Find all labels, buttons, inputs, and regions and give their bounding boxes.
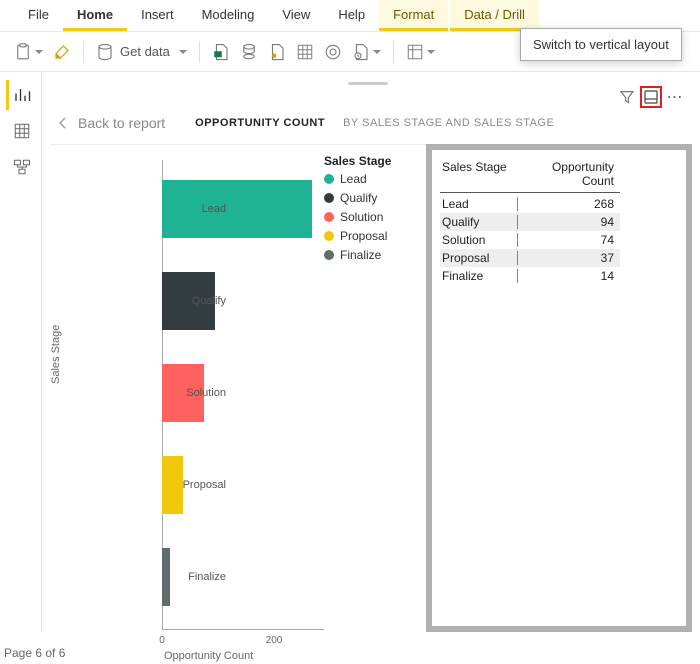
legend-item[interactable]: Finalize — [324, 248, 404, 262]
legend-item[interactable]: Proposal — [324, 229, 404, 243]
data-table-visual[interactable]: Sales Stage Opportunity Count Lead268 Qu… — [426, 144, 692, 632]
chevron-down-icon — [35, 50, 43, 54]
x-axis-title: Opportunity Count — [164, 650, 253, 662]
visual-title-sub: BY SALES STAGE AND SALES STAGE — [343, 117, 554, 129]
legend-item[interactable]: Solution — [324, 210, 404, 224]
drill-titlebar: Back to report OPPORTUNITY COUNT BY SALE… — [50, 108, 686, 138]
y-axis-title: Sales Stage — [50, 325, 62, 384]
x-tick: 0 — [147, 635, 177, 646]
x-tick: 200 — [259, 635, 289, 646]
back-to-report-button[interactable]: Back to report — [50, 115, 165, 131]
tab-help[interactable]: Help — [324, 0, 379, 31]
enter-data-button[interactable] — [292, 38, 318, 66]
cell: 74 — [518, 233, 620, 247]
more-options-icon[interactable]: ⋯ — [664, 86, 686, 108]
paste-button[interactable] — [10, 38, 47, 66]
bar-label: Qualify — [162, 295, 234, 307]
view-switcher-rail — [0, 72, 42, 632]
tab-format[interactable]: Format — [379, 0, 448, 31]
cell: 94 — [518, 215, 620, 229]
chevron-down-icon — [373, 50, 381, 54]
chart-legend: Sales Stage Lead Qualify Solution Propos… — [324, 154, 404, 267]
dataverse-button[interactable] — [320, 38, 346, 66]
excel-source-button[interactable] — [208, 38, 234, 66]
column-header[interactable]: Sales Stage — [440, 160, 518, 188]
tab-file[interactable]: File — [14, 0, 63, 31]
tab-view[interactable]: View — [268, 0, 324, 31]
tab-modeling[interactable]: Modeling — [188, 0, 269, 31]
cell: 14 — [518, 269, 620, 283]
back-label: Back to report — [78, 115, 165, 131]
status-page-indicator: Page 6 of 6 — [4, 646, 65, 660]
legend-label: Proposal — [340, 229, 387, 243]
cell: Lead — [440, 197, 518, 211]
format-painter-button[interactable] — [49, 38, 75, 66]
data-view-button[interactable] — [6, 116, 36, 146]
data-table: Sales Stage Opportunity Count Lead268 Qu… — [440, 160, 620, 285]
cell: Solution — [440, 233, 518, 247]
tab-home[interactable]: Home — [63, 0, 127, 31]
column-header[interactable]: Opportunity Count — [518, 160, 620, 188]
get-data-button[interactable]: Get data — [92, 38, 191, 66]
bar-label: Solution — [162, 387, 234, 399]
report-canvas: ⋯ Back to report OPPORTUNITY COUNT BY SA… — [44, 74, 692, 636]
legend-label: Solution — [340, 210, 383, 224]
visual-header: ⋯ — [616, 86, 686, 108]
filter-icon[interactable] — [616, 86, 638, 108]
legend-item[interactable]: Qualify — [324, 191, 404, 205]
switch-layout-button[interactable] — [640, 86, 662, 108]
cell: Proposal — [440, 251, 518, 265]
sql-server-button[interactable] — [264, 38, 290, 66]
legend-label: Lead — [340, 172, 367, 186]
cell: Finalize — [440, 269, 518, 283]
cell: Qualify — [440, 215, 518, 229]
tab-insert[interactable]: Insert — [127, 0, 188, 31]
tab-data-drill[interactable]: Data / Drill — [450, 0, 539, 31]
visual-title-main: OPPORTUNITY COUNT — [195, 117, 325, 129]
chevron-down-icon — [179, 50, 187, 54]
model-view-button[interactable] — [6, 152, 36, 182]
legend-label: Qualify — [340, 191, 377, 205]
bar-label: Finalize — [162, 571, 234, 583]
recent-sources-button[interactable] — [348, 38, 385, 66]
legend-item[interactable]: Lead — [324, 172, 404, 186]
bar-label: Lead — [162, 203, 234, 215]
chevron-down-icon — [427, 50, 435, 54]
x-axis-line — [162, 629, 324, 630]
report-view-button[interactable] — [6, 80, 36, 110]
chart-plot-area: Sales Stage Opportunity Count 0 200 Lead… — [84, 160, 314, 660]
datahub-button[interactable] — [236, 38, 262, 66]
get-data-label: Get data — [120, 44, 170, 59]
cell: 268 — [518, 197, 620, 211]
transform-data-button[interactable] — [402, 38, 439, 66]
bar-label: Proposal — [162, 479, 234, 491]
tooltip-switch-vertical: Switch to vertical layout — [520, 28, 682, 61]
bar-chart: Sales Stage Lead Qualify Solution Propos… — [44, 154, 394, 632]
cell: 37 — [518, 251, 620, 265]
legend-title: Sales Stage — [324, 154, 404, 168]
legend-label: Finalize — [340, 248, 381, 262]
drag-handle[interactable] — [44, 82, 692, 88]
